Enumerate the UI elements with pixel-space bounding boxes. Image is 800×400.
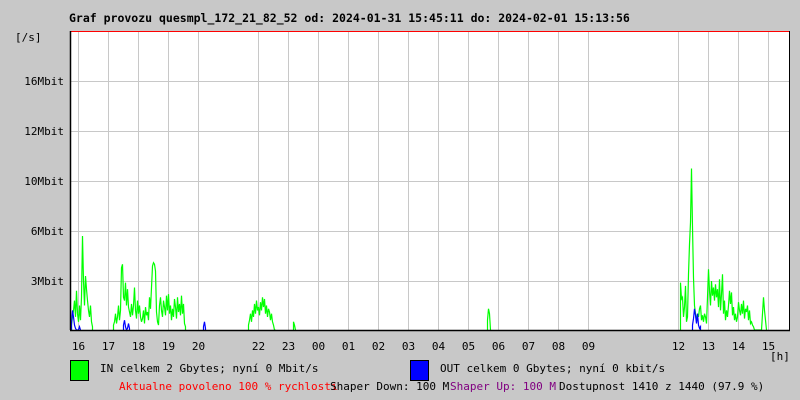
shaper-up: Shaper Up: 100 M <box>450 380 556 393</box>
legend-in-label: IN celkem 2 Gbytes; nyní 0 Mbit/s <box>100 362 319 375</box>
legend-out-swatch <box>410 360 429 381</box>
allowed-speed: Aktualne povoleno 100 % rychlosti <box>119 380 338 393</box>
legend-out-label: OUT celkem 0 Gbytes; nyní 0 kbit/s <box>440 362 666 375</box>
availability: Dostupnost 1410 z 1440 (97.9 %) <box>559 380 765 393</box>
legend-in-swatch <box>70 360 89 381</box>
shaper-down: Shaper Down: 100 M <box>330 380 450 393</box>
plot-background <box>70 31 790 330</box>
plot-area <box>69 31 790 332</box>
traffic-graph: Graf provozu quesmpl_172_21_82_52 od: 20… <box>0 0 800 400</box>
